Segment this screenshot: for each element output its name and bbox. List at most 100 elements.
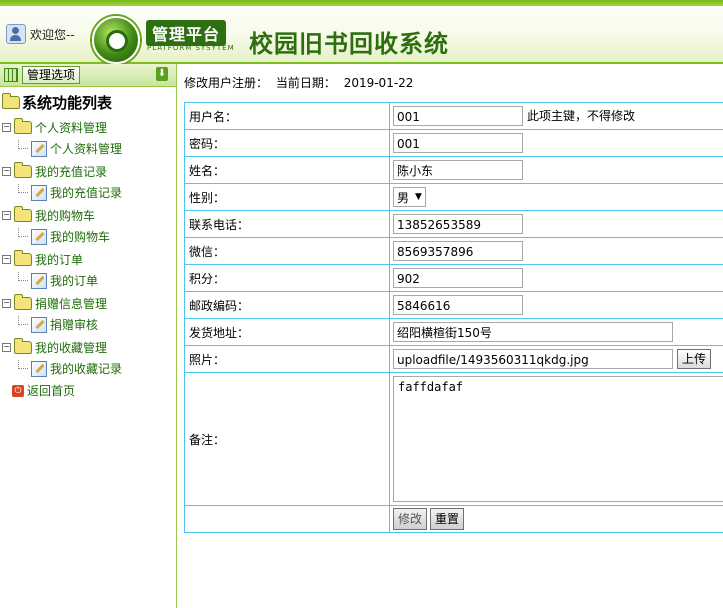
name-cell: 陈小东 (389, 156, 723, 184)
form-row-phone: 联系电话： 13852653589 (184, 210, 723, 238)
points-input[interactable]: 902 (393, 268, 523, 288)
username-input[interactable]: 001 (393, 106, 523, 126)
form-row-postcode: 邮政编码： 5846616 (184, 291, 723, 319)
tree-item-label: 我的订单 (50, 274, 99, 288)
tree-item-label: 我的购物车 (50, 230, 111, 244)
collapse-toggle-icon[interactable]: − (2, 255, 11, 264)
tree-connector (18, 360, 28, 369)
edit-doc-icon (31, 228, 47, 245)
password-cell: 001 (389, 129, 723, 157)
user-edit-form: 用户名： 001 此项主键，不得修改 密码： 001 姓名： 陈小东 性别： 男 … (184, 102, 723, 533)
folder-icon (14, 118, 32, 134)
folder-icon (14, 250, 32, 266)
postcode-cell: 5846616 (389, 291, 723, 319)
form-row-wechat: 微信： 8569357896 (184, 237, 723, 265)
password-label: 密码： (184, 129, 390, 157)
tree-group-donation[interactable]: − 捐赠信息管理 (2, 294, 107, 312)
password-input[interactable]: 001 (393, 133, 523, 153)
tree-item-donation-review[interactable]: 捐赠审核 (18, 316, 98, 333)
tree-root: 系统功能列表 (2, 92, 112, 113)
grid-icon (4, 68, 18, 82)
app-title: 校园旧书回收系统 (249, 29, 449, 58)
tree-item-label: 捐赠审核 (50, 318, 99, 332)
user-icon (6, 24, 26, 44)
remark-cell: faffdafaf (389, 372, 723, 506)
tree-item-favorites[interactable]: 我的收藏记录 (18, 360, 122, 377)
tree-group-favorites[interactable]: − 我的收藏管理 (2, 338, 107, 356)
tree-item-label: 我的收藏记录 (50, 362, 123, 376)
collapse-toggle-icon[interactable]: − (2, 299, 11, 308)
folder-icon (14, 206, 32, 222)
username-cell: 001 此项主键，不得修改 (389, 102, 723, 130)
folder-icon (2, 93, 20, 109)
tree-title: 系统功能列表 (22, 94, 113, 112)
phone-cell: 13852653589 (389, 210, 723, 238)
wechat-input[interactable]: 8569357896 (393, 241, 523, 261)
phone-input[interactable]: 13852653589 (393, 214, 523, 234)
address-label: 发货地址： (184, 318, 390, 346)
actions-label-empty (184, 505, 390, 533)
name-label: 姓名： (184, 156, 390, 184)
postcode-input[interactable]: 5846616 (393, 295, 523, 315)
upload-button[interactable]: 上传 (677, 349, 712, 369)
welcome-area: 欢迎您-- (6, 24, 75, 44)
form-row-gender: 性别： 男 ▼ (184, 183, 723, 211)
form-row-photo: 照片： uploadfile/1493560311qkdg.jpg 上传 (184, 345, 723, 373)
tree-group-cart[interactable]: − 我的购物车 (2, 206, 96, 224)
form-row-name: 姓名： 陈小东 (184, 156, 723, 184)
folder-icon (14, 338, 32, 354)
remark-textarea[interactable]: faffdafaf (393, 376, 723, 502)
collapse-toggle-icon[interactable]: − (2, 211, 11, 220)
folder-icon (14, 294, 32, 310)
platform-subtitle: PLATFORM SYSYTEM (147, 44, 235, 52)
tree-connector (18, 184, 28, 193)
manage-options-button[interactable]: 管理选项 (22, 66, 81, 84)
header-topbar (0, 0, 723, 6)
collapse-arrow-icon[interactable]: ⬇ (156, 67, 168, 81)
points-cell: 902 (389, 264, 723, 292)
tree-connector (18, 316, 28, 325)
date-value: 2019-01-22 (343, 76, 414, 90)
collapse-toggle-icon[interactable]: − (2, 123, 11, 132)
photo-label: 照片： (184, 345, 390, 373)
tree-group-orders[interactable]: − 我的订单 (2, 250, 84, 268)
actions-cell: 修改 重置 (389, 505, 723, 533)
date-label: 当前日期： (275, 76, 336, 90)
edit-doc-icon (31, 316, 47, 333)
back-home-link[interactable]: ⏻ 返回首页 (12, 382, 75, 399)
platform-badge: 管理平台 (146, 20, 227, 46)
tree-item-profile[interactable]: 个人资料管理 (18, 140, 122, 157)
header: 欢迎您-- 管理平台 PLATFORM SYSYTEM 校园旧书回收系统 (0, 0, 723, 64)
address-input[interactable]: 绍阳横楦街150号 (393, 322, 673, 342)
gender-selected: 男 (397, 190, 410, 205)
dropdown-arrow-icon: ▼ (415, 192, 422, 202)
reset-button[interactable]: 重置 (430, 508, 465, 530)
form-row-username: 用户名： 001 此项主键，不得修改 (184, 102, 723, 130)
modify-button[interactable]: 修改 (393, 508, 428, 530)
tree-item-recharge[interactable]: 我的充值记录 (18, 184, 122, 201)
gender-select[interactable]: 男 ▼ (393, 187, 426, 207)
sidebar: 管理选项 ⬇ 系统功能列表 − 个人资料管理 个人资料管理 − 我的充值记录 我… (0, 64, 177, 608)
form-row-address: 发货地址： 绍阳横楦街150号 (184, 318, 723, 346)
collapse-toggle-icon[interactable]: − (2, 167, 11, 176)
breadcrumb: 修改用户注册： 当前日期： 2019-01-22 (184, 74, 704, 91)
form-row-points: 积分： 902 (184, 264, 723, 292)
tree-group-label: 我的订单 (35, 253, 84, 267)
sidebar-header: 管理选项 ⬇ (0, 64, 176, 87)
tree-connector (18, 228, 28, 237)
tree-item-cart[interactable]: 我的购物车 (18, 228, 110, 245)
tree-item-orders[interactable]: 我的订单 (18, 272, 98, 289)
photo-input[interactable]: uploadfile/1493560311qkdg.jpg (393, 349, 673, 369)
form-row-password: 密码： 001 (184, 129, 723, 157)
tree-item-label: 个人资料管理 (50, 142, 123, 156)
tree-group-label: 个人资料管理 (35, 121, 108, 135)
collapse-toggle-icon[interactable]: − (2, 343, 11, 352)
tree-group-label: 我的充值记录 (35, 165, 108, 179)
tree-group-recharge[interactable]: − 我的充值记录 (2, 162, 108, 180)
tree-group-profile[interactable]: − 个人资料管理 (2, 118, 108, 136)
username-note: 此项主键，不得修改 (527, 108, 636, 123)
name-input[interactable]: 陈小东 (393, 160, 523, 180)
tree-group-label: 我的购物车 (35, 209, 96, 223)
tree-connector (18, 140, 28, 149)
gender-cell: 男 ▼ (389, 183, 723, 211)
